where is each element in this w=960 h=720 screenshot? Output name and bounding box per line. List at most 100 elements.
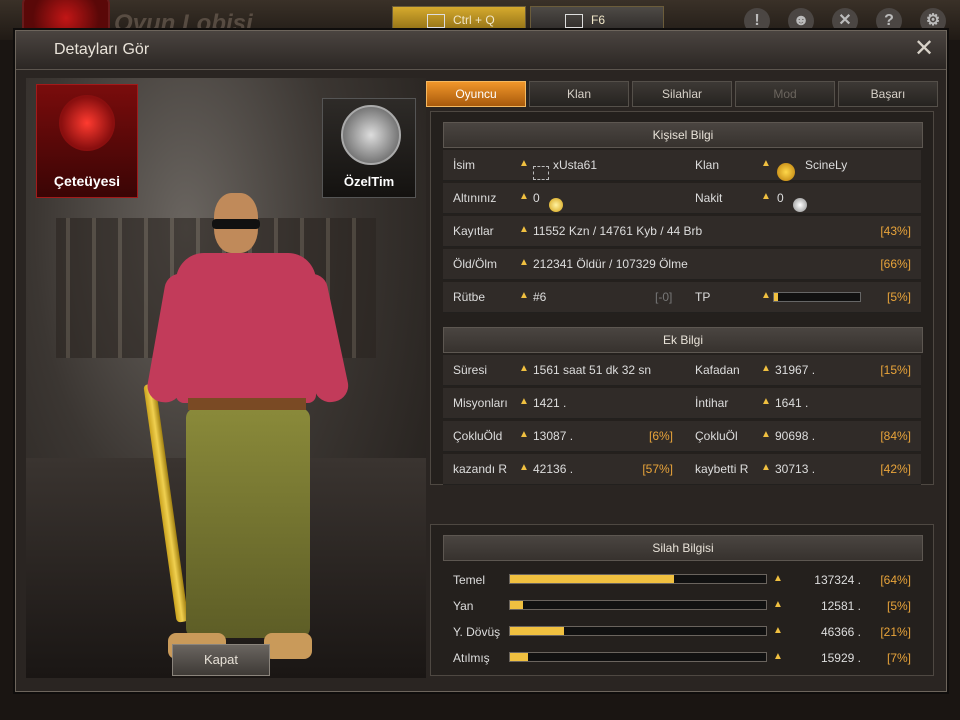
- tab-achievements[interactable]: Başarı: [838, 81, 938, 107]
- weapon-progress-fill: [510, 575, 674, 583]
- stat-label: ÇokluÖl: [695, 429, 738, 443]
- gang-member-badge: Çeteüyesi: [36, 84, 138, 198]
- extra-info-row: kazandı R ▲ 42136 . [57%] kaybetti R ▲ 30713 .…: [443, 454, 921, 485]
- rank-arrow-icon: ▲: [761, 462, 771, 473]
- stat-label: İntihar: [695, 396, 729, 410]
- clan-name-value: ScineLy: [805, 158, 848, 172]
- stat-label: Süresi: [453, 363, 488, 377]
- tab-player[interactable]: Oyuncu: [426, 81, 526, 107]
- stat-label: kaybetti R: [695, 462, 749, 476]
- weapon-category-label: Yan: [453, 599, 474, 613]
- weapon-kill-value: 46366 .: [820, 625, 861, 639]
- name-clan-row: İsim ▲ xUsta61 Klan ▲ ScineLy: [443, 150, 921, 181]
- extra-info-row: Misyonları ▲ 1421 . İntihar ▲ 1641 .: [443, 388, 921, 419]
- records-label: Kayıtlar: [453, 224, 494, 238]
- rank-arrow-icon: ▲: [761, 191, 771, 202]
- tab-mode[interactable]: Mod: [735, 81, 835, 107]
- player-character-model: [143, 193, 352, 663]
- extra-info-header: Ek Bilgi: [443, 327, 923, 353]
- stat-label: ÇokluÖld: [453, 429, 503, 443]
- weapon-category-label: Atılmış: [453, 651, 490, 665]
- hotkey-label: Ctrl + Q: [453, 13, 495, 27]
- weapon-progress-bar: [509, 626, 767, 636]
- stat-value: 90698 .: [775, 429, 816, 443]
- cash-label: Nakit: [695, 191, 723, 205]
- stat-percent: [6%]: [648, 429, 673, 443]
- weapon-category-label: Temel: [453, 573, 486, 587]
- weapon-progress-bar: [509, 600, 767, 610]
- window-icon: [565, 13, 583, 28]
- stat-label: Misyonları: [453, 396, 508, 410]
- tab-weapons[interactable]: Silahlar: [632, 81, 732, 107]
- character-shirt: [176, 253, 316, 403]
- tab-clan[interactable]: Klan: [529, 81, 629, 107]
- rank-arrow-icon: ▲: [761, 396, 771, 407]
- cash-value: 0: [777, 191, 784, 205]
- weapon-stat-row: Yan ▲ 12581 . [5%]: [443, 594, 921, 618]
- kill-death-label: Öld/Ölm: [453, 257, 498, 271]
- dialog-header: Detayları Gör ✕: [16, 31, 946, 70]
- golden-sniper-rifle: [143, 383, 189, 623]
- dialog-title: Detayları Gör: [54, 41, 150, 58]
- special-team-badge: ÖzelTim: [322, 98, 416, 198]
- gold-value: 0: [533, 191, 540, 205]
- close-button[interactable]: Kapat: [172, 644, 270, 676]
- gold-label: Altınınız: [453, 191, 497, 205]
- kill-death-row: Öld/Ölm ▲ 212341 Öldür / 107329 Ölme [66…: [443, 249, 921, 280]
- rank-arrow-icon: ▲: [519, 257, 529, 268]
- weapon-percent: [5%]: [886, 599, 911, 613]
- weapon-progress-fill: [510, 601, 523, 609]
- weapon-progress-fill: [510, 627, 564, 635]
- weapon-progress-bar: [509, 652, 767, 662]
- extra-info-row: Süresi ▲ 1561 saat 51 dk 32 sn Kafadan ▲ 3196…: [443, 355, 921, 386]
- stat-label: Kafadan: [695, 363, 740, 377]
- rank-arrow-icon: ▲: [519, 429, 529, 440]
- gang-emblem-icon: [59, 95, 115, 151]
- player-info-panel: Kişisel Bilgi İsim ▲ xUsta61 Klan ▲ Scin…: [430, 111, 934, 485]
- weapon-stat-row: Temel ▲ 137324 . [64%]: [443, 568, 921, 592]
- rank-arrow-icon: ▲: [519, 290, 529, 301]
- star-emblem-icon: [341, 105, 401, 165]
- weapon-info-panel: Silah Bilgisi Temel ▲ 137324 . [64%] Yan ▲ 125…: [430, 524, 934, 676]
- stat-value: 13087 .: [533, 429, 574, 443]
- rank-arrow-icon: ▲: [773, 651, 783, 662]
- weapon-percent: [64%]: [880, 573, 911, 587]
- records-value: 11552 Kzn / 14761 Kyb / 44 Brb: [533, 224, 703, 238]
- weapon-category-label: Y. Dövüş: [453, 625, 501, 639]
- tp-percent: [5%]: [886, 290, 911, 304]
- rank-arrow-icon: ▲: [773, 573, 783, 584]
- weapon-stat-row: Y. Dövüş ▲ 46366 . [21%]: [443, 620, 921, 644]
- weapon-progress-fill: [510, 653, 528, 661]
- character-preview: Çeteüyesi ÖzelTim: [26, 78, 426, 678]
- weapon-percent: [7%]: [886, 651, 911, 665]
- weapon-stat-row: Atılmış ▲ 15929 . [7%]: [443, 646, 921, 670]
- rank-arrow-icon: ▲: [519, 363, 529, 374]
- rank-arrow-icon: ▲: [761, 429, 771, 440]
- extra-info-row: ÇokluÖld ▲ 13087 . [6%] ÇokluÖl ▲ 90698 . [84%]: [443, 421, 921, 452]
- records-row: Kayıtlar ▲ 11552 Kzn / 14761 Kyb / 44 Br…: [443, 216, 921, 247]
- character-boot: [264, 633, 312, 659]
- clan-label: Klan: [695, 158, 720, 172]
- close-dialog-button[interactable]: ✕: [910, 35, 938, 63]
- rank-label: Rütbe: [453, 290, 486, 304]
- kill-death-percent: [66%]: [880, 257, 911, 271]
- tp-progress-fill: [774, 293, 779, 301]
- stat-value: 30713 .: [775, 462, 816, 476]
- window-icon: [427, 13, 445, 28]
- rank-arrow-icon: ▲: [519, 462, 529, 473]
- tp-progress-bar: [773, 292, 861, 302]
- gang-badge-label: Çeteüyesi: [53, 173, 121, 189]
- details-tabs: Oyuncu Klan Silahlar Mod Başarı: [426, 81, 938, 107]
- stat-percent: [42%]: [880, 462, 911, 476]
- stat-value: 1421 .: [533, 396, 567, 410]
- player-details-dialog: Detayları Gör ✕ Çeteüyesi ÖzelTim Kapat: [15, 30, 947, 692]
- rank-arrow-icon: ▲: [761, 290, 771, 301]
- character-sunglasses: [212, 219, 260, 229]
- personal-info-header: Kişisel Bilgi: [443, 122, 923, 148]
- kill-death-value: 212341 Öldür / 107329 Ölme: [533, 257, 688, 271]
- rank-change: [-0]: [655, 290, 673, 304]
- stat-percent: [57%]: [642, 462, 673, 476]
- stat-value: 1561 saat 51 dk 32 sn: [533, 363, 652, 377]
- rank-arrow-icon: ▲: [519, 224, 529, 235]
- tp-label: TP: [695, 290, 711, 304]
